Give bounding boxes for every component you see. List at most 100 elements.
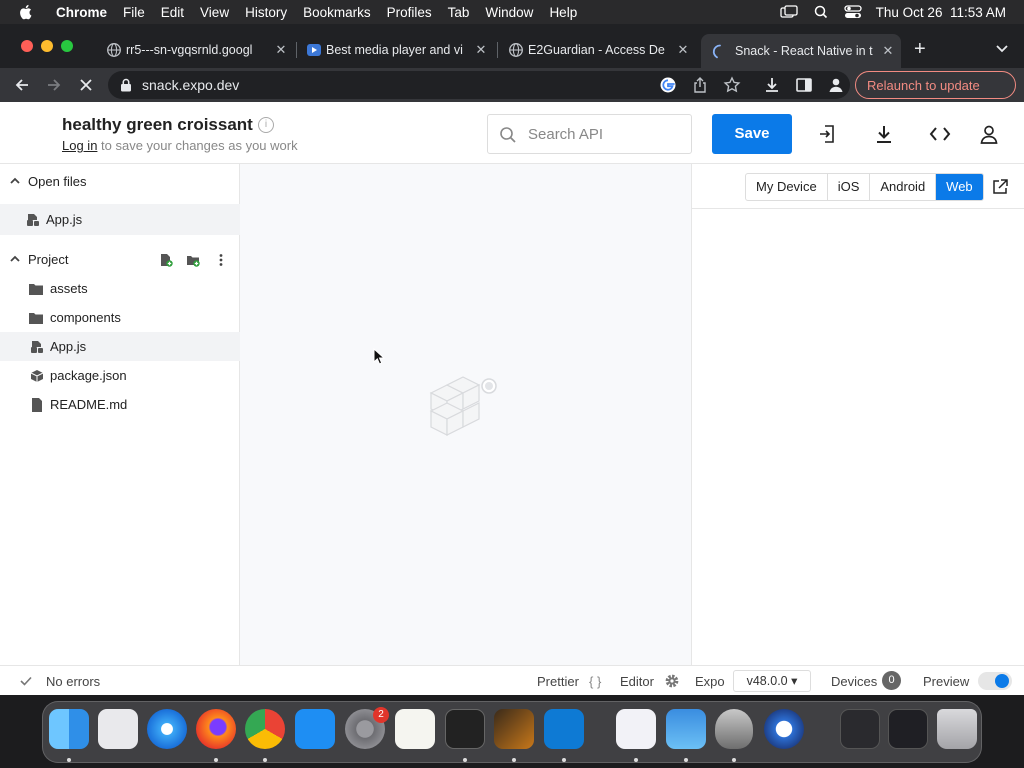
- user-account-icon[interactable]: [978, 124, 1000, 144]
- sdk-version-dropdown[interactable]: v48.0.0 ▾: [733, 670, 811, 692]
- profile-icon[interactable]: [827, 76, 845, 94]
- project-title[interactable]: healthy green croissant: [62, 115, 253, 135]
- new-folder-icon[interactable]: [186, 253, 200, 267]
- tree-item-readme[interactable]: README.md: [0, 390, 240, 419]
- close-window-button[interactable]: [21, 40, 33, 52]
- menu-window[interactable]: Window: [477, 5, 541, 20]
- tree-item-package-json[interactable]: package.json: [0, 361, 240, 390]
- device-option-my-device[interactable]: My Device: [746, 174, 828, 200]
- trash-icon[interactable]: [937, 709, 977, 749]
- tab-media-player[interactable]: Best media player and vi ✕: [300, 36, 494, 64]
- save-button[interactable]: Save: [712, 114, 792, 154]
- info-icon[interactable]: i: [258, 117, 274, 133]
- apple-logo-icon[interactable]: [18, 4, 32, 20]
- downloads-stack-icon[interactable]: [840, 709, 880, 749]
- url-text: snack.expo.dev: [142, 77, 240, 93]
- side-panel-icon[interactable]: [795, 76, 813, 94]
- menu-tab[interactable]: Tab: [440, 5, 478, 20]
- running-indicator: [562, 758, 566, 762]
- save-hint-text: to save your changes as you work: [97, 138, 298, 153]
- tab-rr5[interactable]: rr5---sn-vgqsrnld.googl ✕: [100, 36, 294, 64]
- menu-file[interactable]: File: [115, 5, 153, 20]
- code-editor-area[interactable]: [240, 164, 691, 665]
- device-option-android[interactable]: Android: [870, 174, 937, 200]
- new-tab-button[interactable]: +: [914, 38, 934, 60]
- preview-toggle[interactable]: [978, 672, 1012, 690]
- preview-divider: [692, 208, 1024, 209]
- spotlight-search-icon[interactable]: [812, 5, 830, 19]
- menu-history[interactable]: History: [237, 5, 295, 20]
- quicktime-icon[interactable]: [764, 709, 804, 749]
- menu-app-name[interactable]: Chrome: [48, 5, 115, 20]
- project-section-header[interactable]: Project: [0, 245, 240, 273]
- preview-toggle-knob: [995, 674, 1009, 688]
- visual-studio-icon[interactable]: [616, 709, 656, 749]
- close-tab-icon[interactable]: ✕: [881, 44, 895, 58]
- download-icon[interactable]: [873, 124, 895, 144]
- launchpad-icon[interactable]: [98, 709, 138, 749]
- menubar-clock[interactable]: Thu Oct 26 11:53 AM: [876, 5, 1006, 20]
- weather-icon[interactable]: [666, 709, 706, 749]
- snack-page: healthy green croissant i Log in to save…: [0, 102, 1024, 695]
- share-icon[interactable]: [691, 76, 709, 94]
- lock-icon[interactable]: [120, 78, 132, 92]
- textedit-icon[interactable]: [395, 709, 435, 749]
- minimize-window-button[interactable]: [41, 40, 53, 52]
- download-icon[interactable]: [763, 76, 781, 94]
- tab-search-chevron-icon[interactable]: [994, 40, 1010, 56]
- close-tab-icon[interactable]: ✕: [474, 43, 488, 57]
- firefox-icon[interactable]: [196, 709, 236, 749]
- terminal-icon[interactable]: [445, 709, 485, 749]
- garageband-icon[interactable]: [494, 709, 534, 749]
- search-api-input[interactable]: Search API: [487, 114, 692, 154]
- open-file-item[interactable]: App.js: [0, 204, 240, 235]
- vscode-icon[interactable]: [544, 709, 584, 749]
- gear-icon[interactable]: [664, 673, 680, 689]
- open-external-icon[interactable]: [991, 178, 1009, 196]
- open-files-section-header[interactable]: Open files: [0, 167, 240, 195]
- prettier-braces-icon[interactable]: { }: [589, 674, 601, 689]
- device-option-web[interactable]: Web: [936, 174, 983, 200]
- tab-e2guardian[interactable]: E2Guardian - Access De ✕: [502, 36, 696, 64]
- tree-item-assets[interactable]: assets: [0, 274, 240, 303]
- menu-bookmarks[interactable]: Bookmarks: [295, 5, 379, 20]
- close-tab-icon[interactable]: ✕: [274, 43, 288, 57]
- menu-edit[interactable]: Edit: [153, 5, 192, 20]
- embed-code-icon[interactable]: [929, 124, 951, 144]
- safari-icon[interactable]: [147, 709, 187, 749]
- menu-help[interactable]: Help: [541, 5, 585, 20]
- checkmark-icon: [20, 676, 32, 686]
- notification-badge: 2: [373, 707, 389, 723]
- rocket-icon[interactable]: [715, 709, 753, 749]
- document-icon: [32, 398, 42, 412]
- devices-label[interactable]: Devices: [831, 674, 877, 689]
- control-center-icon[interactable]: [844, 5, 862, 19]
- new-file-icon[interactable]: [159, 253, 173, 267]
- menu-view[interactable]: View: [192, 5, 237, 20]
- google-lens-icon[interactable]: [659, 76, 677, 94]
- prettier-toggle[interactable]: Prettier: [537, 674, 579, 689]
- errors-status[interactable]: No errors: [46, 674, 100, 689]
- back-arrow-icon[interactable]: [13, 76, 31, 94]
- more-options-icon[interactable]: [214, 253, 228, 267]
- folder-icon: [29, 284, 43, 295]
- menu-profiles[interactable]: Profiles: [379, 5, 440, 20]
- close-tab-icon[interactable]: ✕: [676, 43, 690, 57]
- forward-arrow-icon[interactable]: [45, 76, 63, 94]
- chrome-icon[interactable]: [245, 709, 285, 749]
- editor-settings-label[interactable]: Editor: [620, 674, 654, 689]
- tree-item-components[interactable]: components: [0, 303, 240, 332]
- zoom-window-button[interactable]: [61, 40, 73, 52]
- finder-icon[interactable]: [49, 709, 89, 749]
- relaunch-to-update-button[interactable]: Relaunch to update: [855, 71, 1016, 99]
- login-link[interactable]: Log in: [62, 138, 97, 153]
- device-option-ios[interactable]: iOS: [828, 174, 871, 200]
- app-store-icon[interactable]: [295, 709, 335, 749]
- bookmark-star-icon[interactable]: [723, 76, 741, 94]
- screen-mirroring-icon[interactable]: [780, 5, 798, 19]
- import-icon[interactable]: [817, 124, 839, 144]
- tree-item-app-js[interactable]: App.js: [0, 332, 240, 361]
- tab-snack[interactable]: Snack - React Native in t ✕: [701, 34, 901, 68]
- stop-loading-icon[interactable]: [77, 76, 95, 94]
- screenshots-stack-icon[interactable]: [888, 709, 928, 749]
